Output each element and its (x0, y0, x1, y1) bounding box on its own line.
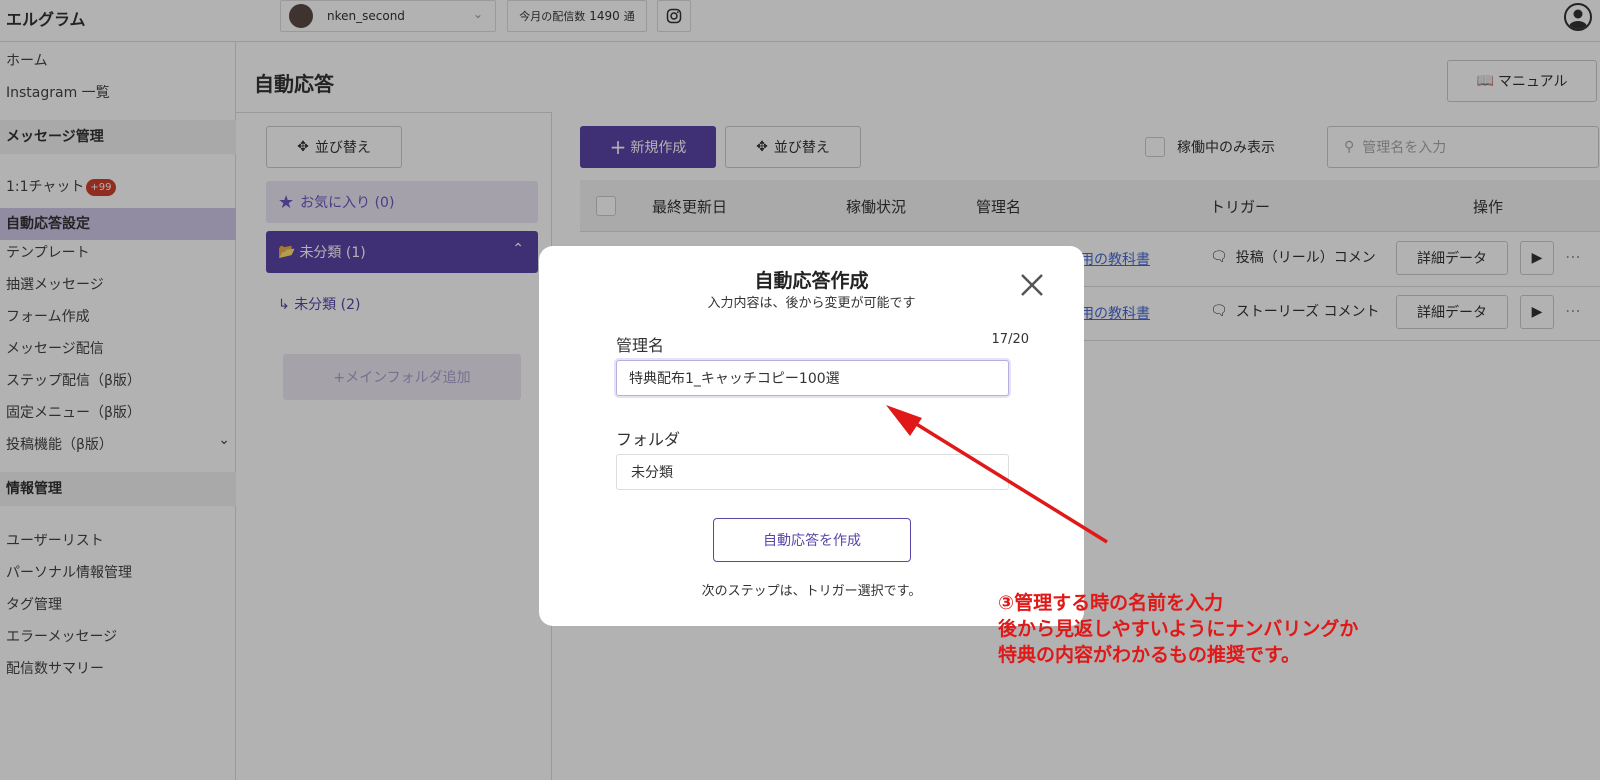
annotation-line-1: ③管理する時の名前を入力 (998, 592, 1224, 614)
annotation-line-2: 後から見返しやすいようにナンバリングか (998, 618, 1359, 640)
annotation-arrow (886, 405, 1108, 544)
annotation-text: ③管理する時の名前を入力 後から見返しやすいようにナンバリングか 特典の内容がわ… (998, 590, 1358, 668)
annotation-line-3: 特典の内容がわかるもの推奨です。 (998, 644, 1301, 666)
